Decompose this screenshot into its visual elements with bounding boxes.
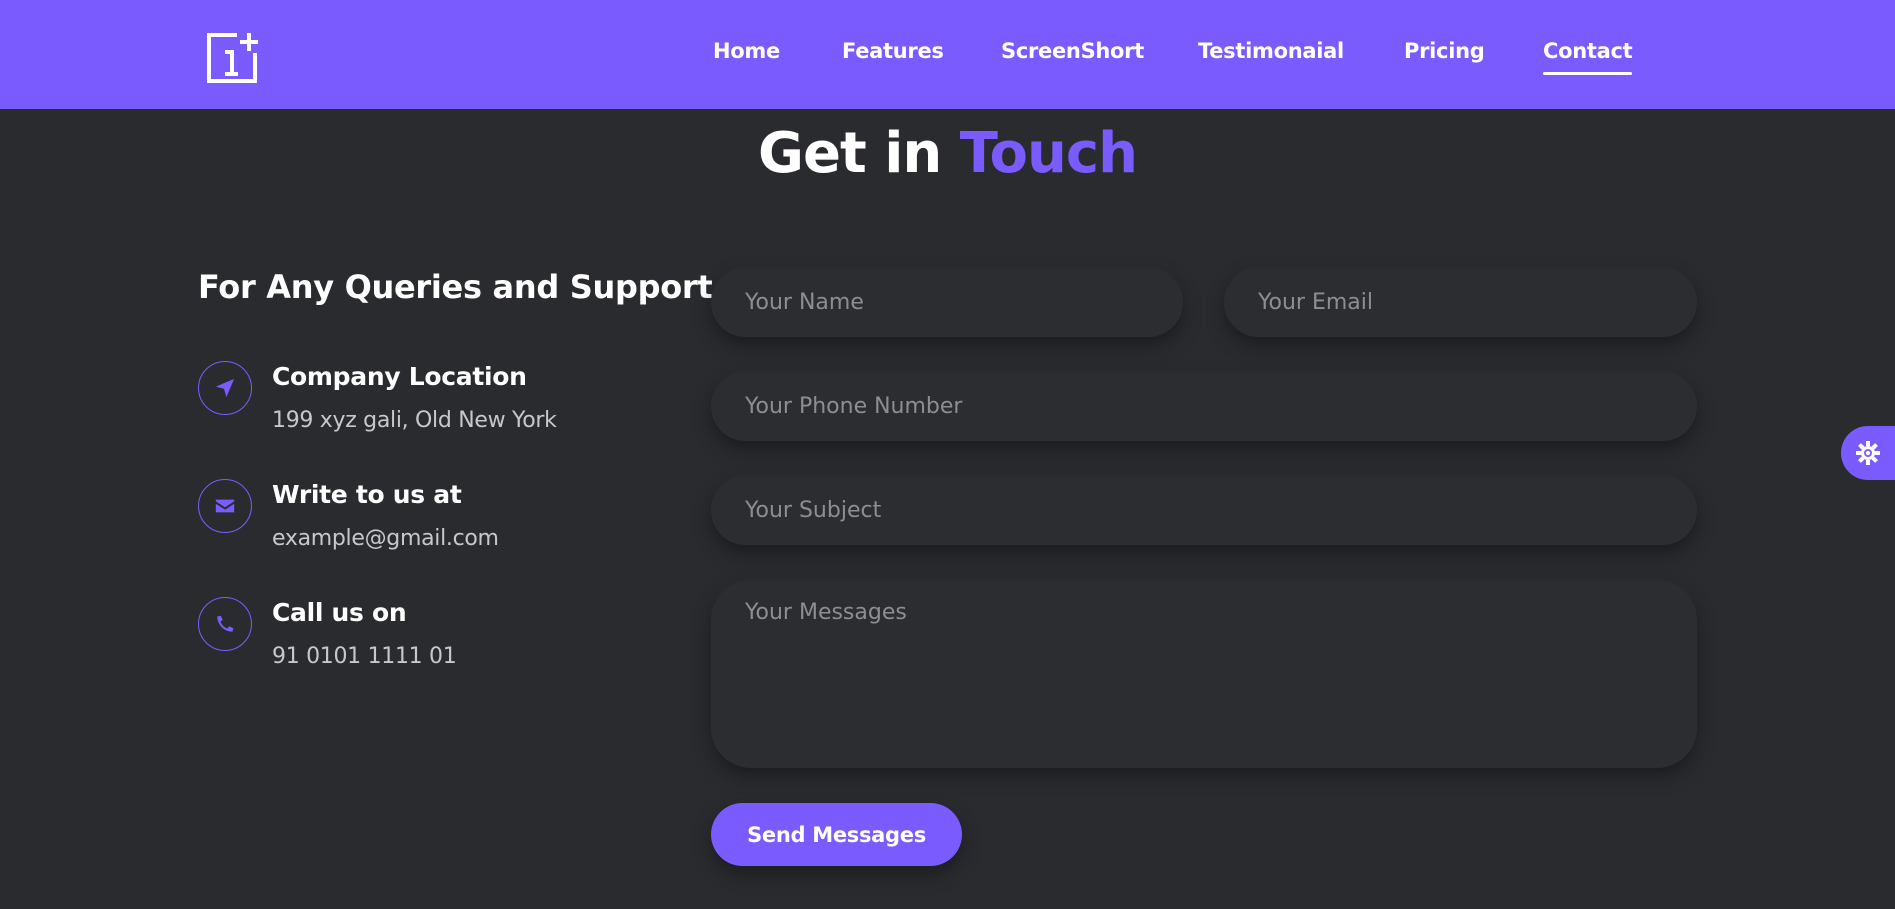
page-title: Get in Touch xyxy=(0,118,1895,190)
nav-screenshort[interactable]: ScreenShort xyxy=(1001,38,1144,78)
theme-toggle-button[interactable] xyxy=(1841,426,1895,480)
title-part-1: Get in xyxy=(758,121,942,186)
envelope-icon xyxy=(198,479,252,533)
sun-gear-icon xyxy=(1856,441,1880,465)
title-part-2: Touch xyxy=(959,121,1138,186)
phone-icon xyxy=(198,597,252,651)
nav-features[interactable]: Features xyxy=(842,38,944,78)
location-text: 199 xyz gali, Old New York xyxy=(272,408,557,433)
message-textarea[interactable] xyxy=(711,580,1697,768)
email-title: Write to us at xyxy=(272,480,462,509)
nav-contact[interactable]: Contact xyxy=(1543,38,1633,78)
phone-input[interactable] xyxy=(711,372,1697,441)
support-title: For Any Queries and Support xyxy=(198,268,713,306)
email-text: example@gmail.com xyxy=(272,526,499,551)
nav-home[interactable]: Home xyxy=(713,38,780,78)
send-messages-button[interactable]: Send Messages xyxy=(711,803,962,866)
navbar: Home Features ScreenShort Testimonaial P… xyxy=(0,0,1895,109)
email-input[interactable] xyxy=(1224,268,1697,337)
name-input[interactable] xyxy=(711,268,1183,337)
location-arrow-icon xyxy=(198,361,252,415)
contact-location: Company Location 199 xyz gali, Old New Y… xyxy=(198,361,658,441)
main-nav: Home Features ScreenShort Testimonaial P… xyxy=(0,38,1895,78)
contact-email: Write to us at example@gmail.com xyxy=(198,479,658,559)
nav-pricing[interactable]: Pricing xyxy=(1404,38,1485,78)
nav-testimonaial[interactable]: Testimonaial xyxy=(1198,38,1344,78)
location-title: Company Location xyxy=(272,362,527,391)
phone-title: Call us on xyxy=(272,598,407,627)
contact-phone: Call us on 91 0101 1111 01 xyxy=(198,597,658,677)
subject-input[interactable] xyxy=(711,476,1697,545)
phone-text: 91 0101 1111 01 xyxy=(272,644,457,669)
